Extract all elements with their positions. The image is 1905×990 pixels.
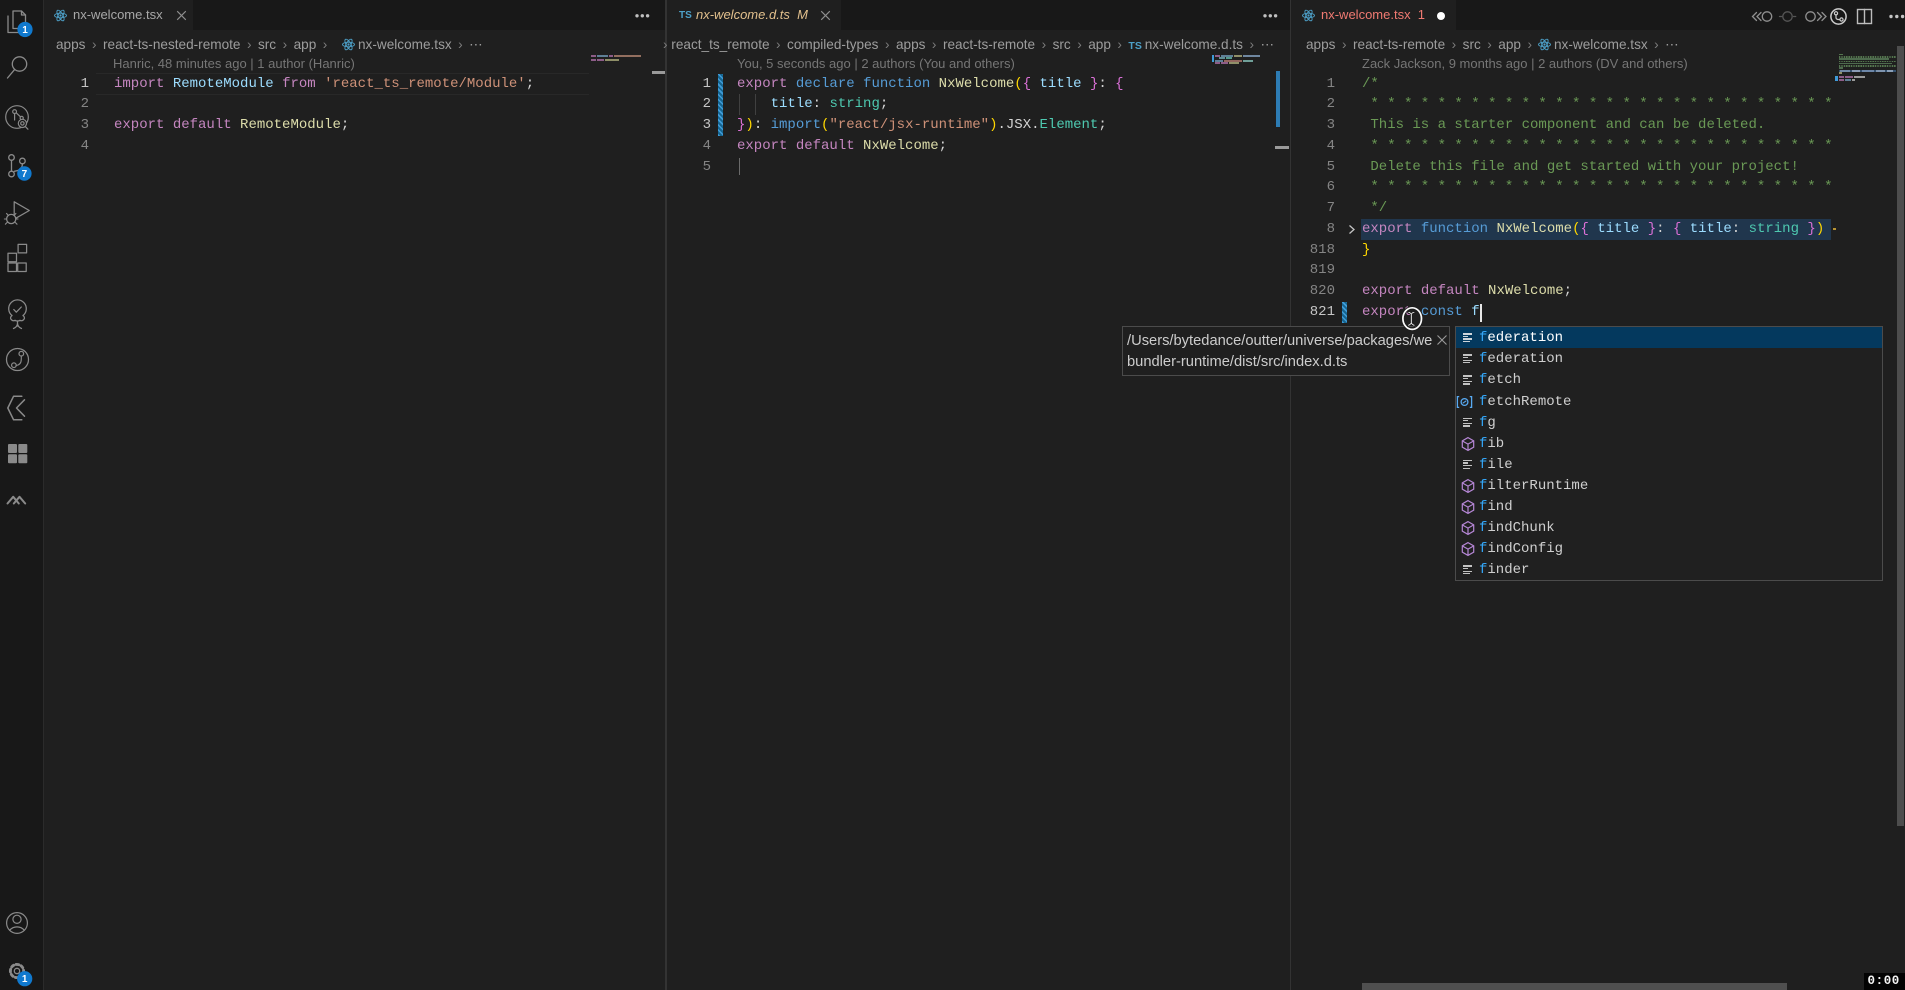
svg-text:1: 1: [22, 25, 28, 36]
svg-text:7: 7: [22, 169, 28, 180]
svg-text:1: 1: [22, 974, 28, 985]
